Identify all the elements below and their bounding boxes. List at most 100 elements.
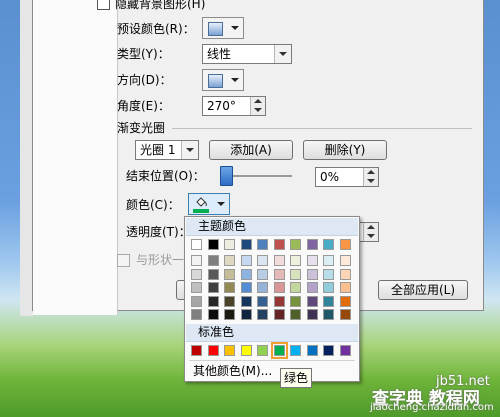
theme-color-swatch[interactable]: [290, 268, 301, 280]
chevron-down-icon: [274, 45, 291, 63]
spin-down-icon[interactable]: [363, 232, 378, 241]
theme-color-swatch[interactable]: [323, 282, 334, 293]
theme-color-swatch[interactable]: [191, 282, 202, 293]
more-colors-item[interactable]: 其他颜色(M)...: [193, 363, 272, 379]
theme-color-swatch[interactable]: [257, 309, 268, 320]
standard-color-swatch[interactable]: [224, 345, 235, 356]
theme-color-swatch[interactable]: [339, 282, 351, 293]
theme-color-swatch[interactable]: [224, 239, 235, 250]
standard-color-swatch[interactable]: [339, 345, 351, 356]
watermark-line2: jiaocheng.chazidian.com: [370, 402, 494, 413]
color-tooltip: 绿色: [280, 368, 313, 388]
theme-color-swatch[interactable]: [191, 295, 202, 307]
theme-color-swatch[interactable]: [240, 255, 252, 266]
theme-color-swatch[interactable]: [207, 255, 219, 266]
standard-color-swatch[interactable]: [290, 345, 301, 356]
theme-colors-header: 主题颜色: [186, 218, 358, 236]
theme-color-swatch[interactable]: [240, 295, 252, 307]
end-position-slider-thumb[interactable]: [220, 166, 233, 186]
theme-color-swatch[interactable]: [257, 295, 268, 307]
theme-color-swatch[interactable]: [339, 309, 351, 320]
standard-color-swatch[interactable]: [207, 345, 219, 356]
standard-color-swatch[interactable]: [257, 345, 268, 356]
theme-color-swatch[interactable]: [207, 309, 219, 320]
angle-value: 270°: [207, 99, 236, 113]
theme-color-swatch[interactable]: [240, 239, 252, 250]
theme-color-swatch[interactable]: [191, 309, 202, 320]
theme-color-swatch[interactable]: [290, 282, 301, 293]
theme-color-swatch[interactable]: [323, 309, 334, 320]
theme-color-swatch[interactable]: [306, 309, 318, 320]
spin-down-icon[interactable]: [250, 106, 265, 115]
theme-color-swatch[interactable]: [257, 239, 268, 250]
direction-button[interactable]: [202, 69, 244, 91]
theme-color-swatch[interactable]: [273, 295, 285, 307]
theme-color-swatch[interactable]: [273, 255, 285, 266]
rotate-with-shape-checkbox[interactable]: [117, 254, 130, 267]
theme-color-swatch[interactable]: [290, 255, 301, 266]
theme-color-swatch[interactable]: [207, 268, 219, 280]
standard-color-swatch[interactable]: [323, 345, 334, 356]
preset-color-button[interactable]: [202, 17, 244, 39]
theme-color-swatch[interactable]: [207, 239, 219, 250]
theme-color-swatch[interactable]: [224, 255, 235, 266]
theme-color-swatch[interactable]: [273, 239, 285, 250]
theme-color-swatch[interactable]: [339, 255, 351, 266]
theme-color-swatch[interactable]: [306, 268, 318, 280]
theme-color-swatch[interactable]: [240, 282, 252, 293]
theme-color-swatch[interactable]: [273, 309, 285, 320]
angle-spinner[interactable]: 270°: [202, 96, 266, 116]
standard-color-swatch[interactable]: [240, 345, 252, 356]
spin-down-icon[interactable]: [363, 177, 378, 186]
theme-color-swatch[interactable]: [323, 239, 334, 250]
theme-color-swatch[interactable]: [339, 268, 351, 280]
chevron-down-icon: [231, 78, 239, 82]
theme-color-swatch[interactable]: [290, 295, 301, 307]
theme-color-swatch[interactable]: [306, 239, 318, 250]
add-stop-button[interactable]: 添加(A): [209, 140, 293, 160]
theme-color-swatch[interactable]: [290, 309, 301, 320]
theme-color-swatch[interactable]: [323, 295, 334, 307]
theme-color-swatch[interactable]: [224, 268, 235, 280]
theme-color-swatch[interactable]: [240, 268, 252, 280]
theme-color-swatch[interactable]: [207, 295, 219, 307]
end-position-spinner[interactable]: 0%: [315, 167, 379, 187]
theme-color-swatch[interactable]: [323, 268, 334, 280]
apply-all-button[interactable]: 全部应用(L): [378, 280, 468, 300]
theme-color-swatch[interactable]: [306, 295, 318, 307]
theme-color-swatch[interactable]: [306, 282, 318, 293]
type-label: 类型(Y)：: [117, 47, 170, 61]
theme-color-swatch[interactable]: [290, 239, 301, 250]
standard-colors-header: 标准色: [186, 324, 358, 342]
standard-color-swatch[interactable]: [270, 342, 288, 359]
end-position-value: 0%: [320, 170, 340, 184]
delete-stop-button[interactable]: 删除(Y): [303, 140, 387, 160]
theme-color-swatch[interactable]: [339, 239, 351, 250]
theme-color-swatch[interactable]: [339, 295, 351, 307]
theme-color-swatch[interactable]: [224, 282, 235, 293]
type-select[interactable]: 线性: [202, 44, 292, 64]
chevron-down-icon: [181, 141, 198, 159]
color-picker-button[interactable]: [188, 193, 230, 215]
theme-color-swatch[interactable]: [257, 268, 268, 280]
theme-color-swatch[interactable]: [273, 282, 285, 293]
standard-color-swatch[interactable]: [306, 345, 318, 356]
theme-color-swatch[interactable]: [224, 295, 235, 307]
chevron-down-icon: [217, 202, 225, 206]
gradient-stop-select[interactable]: 光圈 1: [135, 140, 199, 160]
preset-color-label: 预设颜色(R)：: [117, 22, 195, 36]
theme-color-swatch[interactable]: [191, 268, 202, 280]
theme-color-swatch[interactable]: [240, 309, 252, 320]
theme-color-swatch[interactable]: [191, 255, 202, 266]
theme-color-swatch[interactable]: [257, 282, 268, 293]
theme-color-swatch[interactable]: [323, 255, 334, 266]
hide-background-checkbox[interactable]: [97, 0, 110, 10]
theme-color-swatch[interactable]: [257, 255, 268, 266]
standard-color-swatch[interactable]: [191, 345, 202, 356]
theme-color-swatch[interactable]: [273, 268, 285, 280]
theme-color-swatch[interactable]: [191, 239, 202, 250]
theme-color-swatch[interactable]: [207, 282, 219, 293]
theme-color-swatch[interactable]: [224, 309, 235, 320]
theme-color-swatch[interactable]: [306, 255, 318, 266]
gradient-swatch-icon: [208, 22, 223, 36]
